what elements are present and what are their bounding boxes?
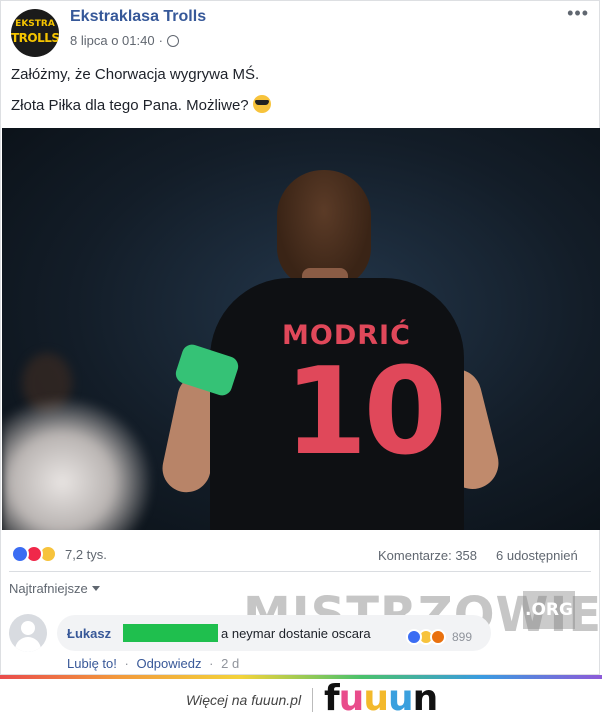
caret-down-icon — [91, 586, 100, 591]
post-reactions[interactable]: 7,2 tys. — [11, 545, 107, 563]
page-avatar[interactable]: EKSTRA TROLLS — [11, 9, 59, 57]
like-reaction-icon — [11, 545, 29, 563]
divider — [9, 571, 591, 572]
comment-reactions[interactable]: 899 — [406, 629, 472, 645]
like-reaction-icon — [406, 629, 422, 645]
post-photo[interactable]: MODRIĆ 10 — [2, 128, 600, 530]
footer-rainbow-bar — [0, 675, 602, 679]
comment-actions: Lubię to! · Odpowiedz · 2 d — [67, 656, 243, 671]
comment-time[interactable]: 2 d — [221, 656, 239, 671]
more-options-icon[interactable]: ••• — [567, 3, 589, 24]
angry-reaction-icon — [430, 629, 446, 645]
like-comment-link[interactable]: Lubię to! — [67, 656, 117, 671]
logo-letter: f — [324, 678, 340, 719]
comment-author-name[interactable]: Łukasz — [67, 626, 111, 641]
post-text-line2-content: Złota Piłka dla tego Pana. Możliwe? — [11, 97, 249, 114]
post-text-line1: Załóżmy, że Chorwacja wygrywa MŚ. — [11, 66, 260, 83]
facebook-post: EKSTRA TROLLS Ekstraklasa Trolls 8 lipca… — [0, 0, 601, 675]
logo-letter: u — [387, 678, 414, 719]
reply-link[interactable]: Odpowiedz — [136, 656, 201, 671]
redaction-box — [123, 624, 218, 642]
reactions-count[interactable]: 7,2 tys. — [65, 547, 107, 562]
comment-text: a neymar dostanie oscara — [221, 626, 371, 641]
footer-divider — [312, 688, 313, 712]
globe-icon — [166, 34, 179, 47]
avatar-logo-line2: TROLLS — [11, 31, 59, 45]
background-player — [2, 398, 152, 530]
post-text-line2: Złota Piłka dla tego Pana. Możliwe? — [11, 95, 271, 114]
meta-separator: · — [158, 33, 163, 48]
jersey-number: 10 — [284, 343, 447, 482]
footer-link-text[interactable]: Więcej na fuuun.pl — [186, 692, 301, 708]
emoji-sunglasses-icon — [252, 95, 271, 113]
logo-letter: u — [338, 678, 365, 719]
logo-letter: n — [412, 678, 439, 719]
action-separator: · — [124, 656, 129, 671]
comment-sort-dropdown[interactable]: Najtrafniejsze — [9, 581, 100, 596]
post-meta: 8 lipca o 01:40 · — [70, 33, 179, 48]
comment-reactions-count: 899 — [452, 630, 473, 644]
action-separator: · — [209, 656, 214, 671]
logo-letter: u — [363, 678, 389, 719]
watermark-tld: .ORG — [523, 591, 575, 629]
post-date[interactable]: 8 lipca o 01:40 — [70, 33, 155, 48]
comments-count-link[interactable]: Komentarze: 358 — [378, 548, 477, 563]
comment-sort-label: Najtrafniejsze — [9, 581, 88, 596]
avatar-logo-line1: EKSTRA — [15, 19, 55, 29]
page-name-link[interactable]: Ekstraklasa Trolls — [70, 8, 206, 26]
comment-author-avatar[interactable] — [9, 614, 47, 652]
shares-count-link[interactable]: 6 udostępnień — [496, 548, 578, 563]
fuuun-logo[interactable]: fuuun — [324, 678, 439, 719]
